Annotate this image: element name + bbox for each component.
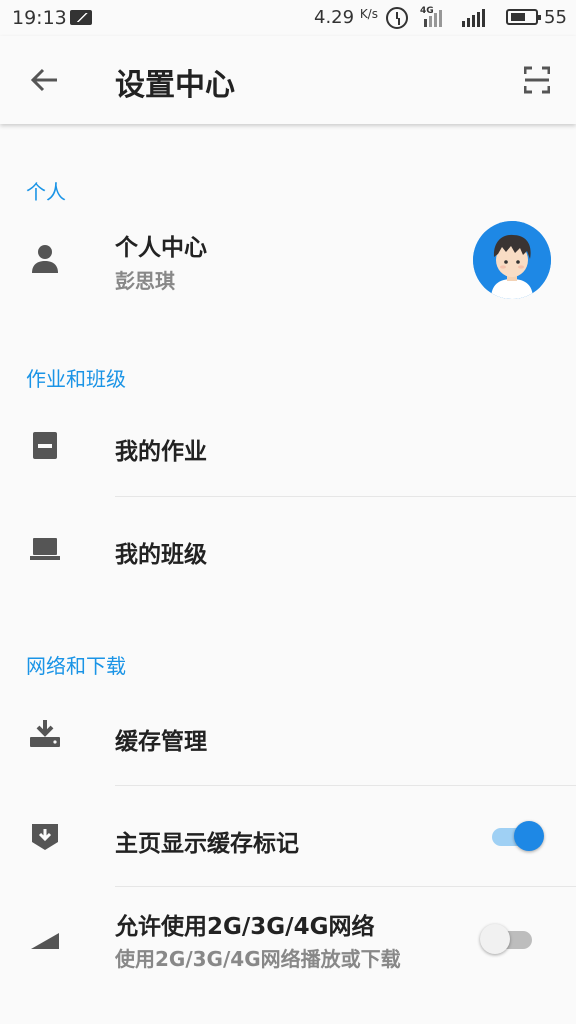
section-header-personal: 个人 [26,180,66,204]
battery-level: 55 [544,7,567,28]
show-cache-mark-title: 主页显示缓存标记 [115,831,299,857]
arrow-back-icon[interactable] [30,68,58,92]
allow-mobile-network-item[interactable]: 允许使用2G/3G/4G网络 使用2G/3G/4G网络播放或下载 [0,887,576,987]
personal-center-username: 彭思琪 [115,269,175,293]
allow-mobile-network-subtitle: 使用2G/3G/4G网络播放或下载 [115,947,401,971]
battery-icon [506,9,541,25]
notification-icon [70,10,92,25]
show-cache-mark-toggle[interactable] [490,818,546,854]
status-time: 19:13 [12,7,67,29]
scan-icon[interactable] [524,66,550,94]
signal-strength-icon [424,9,442,27]
signal-strength-icon-2 [462,9,485,27]
class-icon [30,538,60,560]
allow-mobile-network-title: 允许使用2G/3G/4G网络 [115,914,375,940]
my-class-title: 我的班级 [115,542,207,568]
personal-center-item[interactable]: 个人中心 彭思琪 [0,214,576,304]
network-speed: 4.29 K/s [314,7,378,28]
cache-manage-title: 缓存管理 [115,729,207,755]
network-speed-unit: K/s [359,7,378,21]
network-speed-value: 4.29 [314,7,355,28]
settings-list: 个人 个人中心 彭思琪 作业和班级 我的作业 我的班级 网络和下载 缓存管理 主… [0,124,576,1024]
person-icon [32,245,58,273]
my-homework-title: 我的作业 [115,439,207,465]
my-homework-item[interactable]: 我的作业 [0,394,576,494]
app-toolbar: 设置中心 [0,36,576,124]
allow-mobile-network-toggle[interactable] [480,921,536,957]
signal-icon [31,933,59,949]
show-cache-mark-item[interactable]: 主页显示缓存标记 [0,786,576,886]
section-header-network-download: 网络和下载 [26,654,126,678]
section-header-homework-class: 作业和班级 [26,367,126,391]
alarm-icon [386,7,408,29]
cache-manage-item[interactable]: 缓存管理 [0,684,576,784]
download-icon [30,720,60,747]
page-title: 设置中心 [115,68,235,103]
my-class-item[interactable]: 我的班级 [0,497,576,597]
homework-icon [33,432,57,459]
status-bar: 19:13 4.29 K/s 4G 55 [0,0,576,36]
toggle-knob [514,821,544,851]
avatar[interactable] [473,221,551,299]
cache-mark-icon [32,824,58,850]
avatar-illustration [473,221,551,299]
personal-center-title: 个人中心 [115,235,207,261]
toggle-knob [480,924,510,954]
